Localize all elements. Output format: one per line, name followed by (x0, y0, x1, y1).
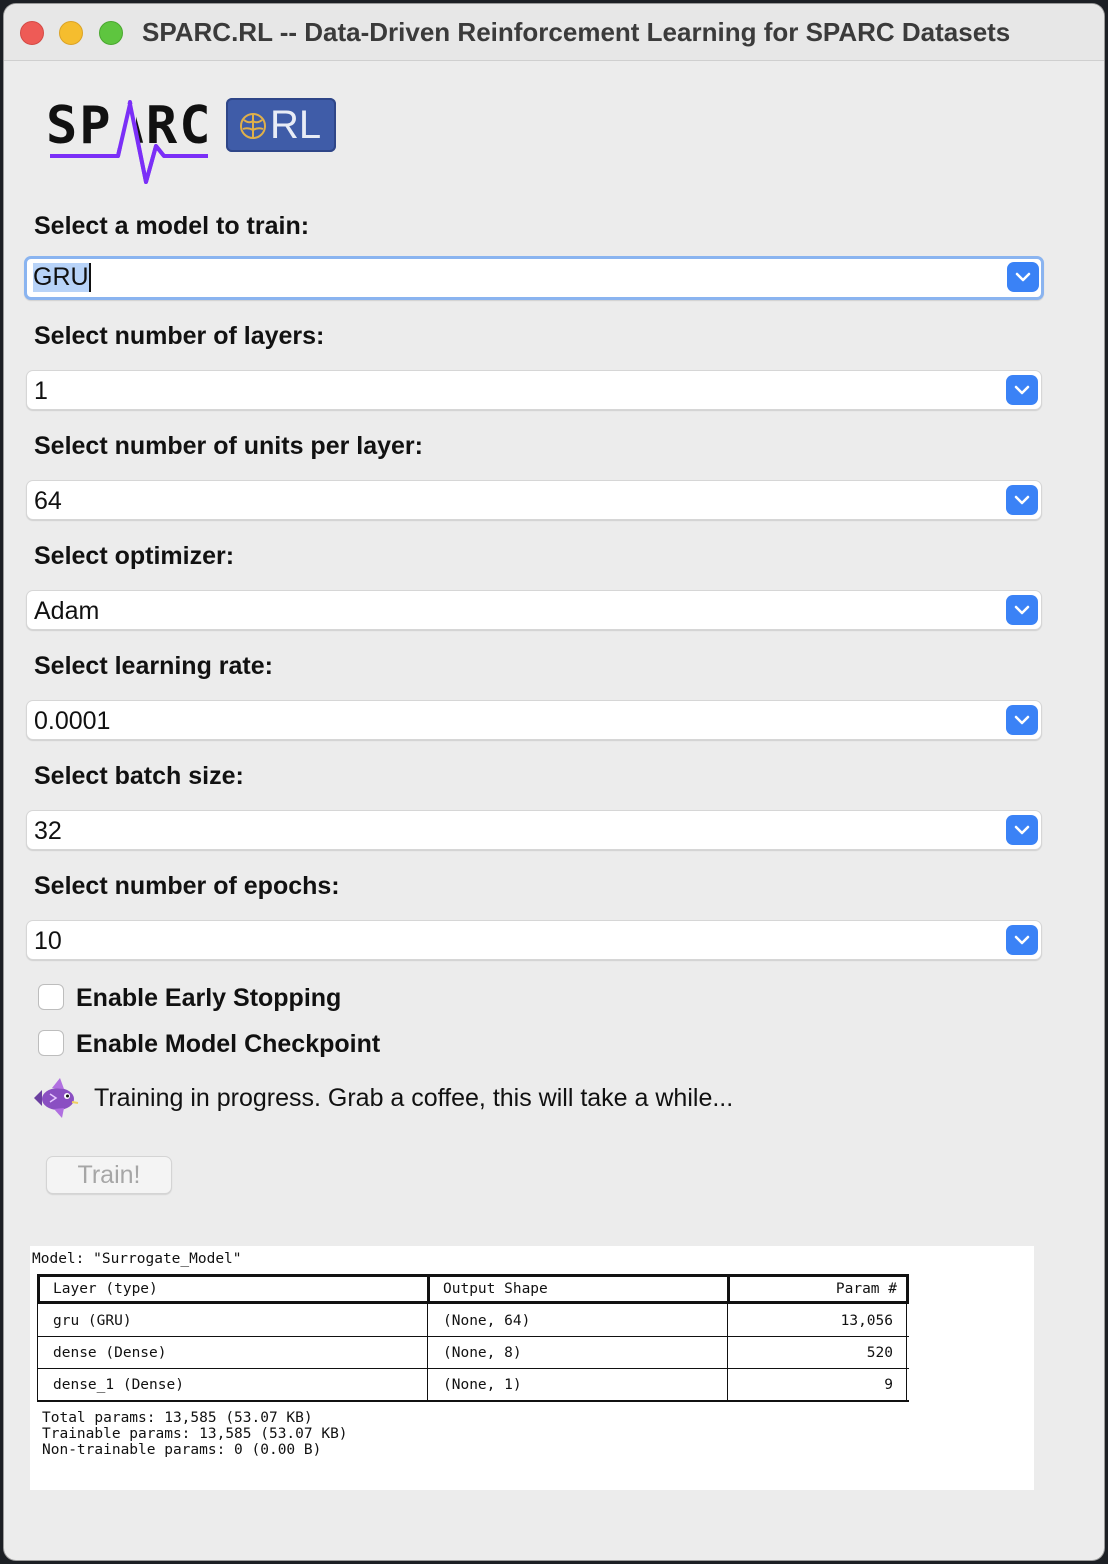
column-divider (727, 1274, 730, 1304)
minimize-window-button[interactable] (59, 21, 83, 45)
learning-rate-select[interactable]: 0.0001 (26, 700, 1042, 740)
early-stopping-checkbox[interactable] (38, 984, 64, 1010)
non-trainable-params-text: Non-trainable params: 0 (0.00 B) (42, 1442, 322, 1458)
table-row-layer: dense (Dense) (53, 1345, 167, 1361)
table-left-border (37, 1304, 38, 1400)
learning-rate-label: Select learning rate: (34, 652, 273, 680)
column-header-output-shape: Output Shape (443, 1281, 548, 1297)
column-header-layer: Layer (type) (53, 1281, 158, 1297)
table-row-params: 520 (866, 1345, 893, 1361)
table-bottom-border (37, 1400, 909, 1402)
epochs-select[interactable]: 10 (26, 920, 1042, 960)
chevron-down-icon[interactable] (1007, 262, 1039, 292)
fish-icon (34, 1078, 79, 1118)
table-row-params: 13,056 (840, 1313, 893, 1329)
learning-rate-select-value: 0.0001 (34, 707, 111, 735)
layers-select-value: 1 (34, 377, 48, 405)
training-status-text: Training in progress. Grab a coffee, thi… (94, 1084, 734, 1112)
units-select[interactable]: 64 (26, 480, 1042, 520)
table-row-shape: (None, 8) (443, 1345, 522, 1361)
logo-rl-text: RL (270, 103, 322, 147)
logo-heartbeat-icon (50, 100, 208, 184)
table-row-shape: (None, 64) (443, 1313, 531, 1329)
early-stopping-label[interactable]: Enable Early Stopping (76, 984, 341, 1013)
chevron-down-icon[interactable] (1006, 925, 1038, 955)
optimizer-label: Select optimizer: (34, 542, 235, 570)
model-label: Select a model to train: (34, 212, 310, 240)
batch-size-label: Select batch size: (34, 762, 244, 790)
window-title: SPARC.RL -- Data-Driven Reinforcement Le… (142, 17, 1011, 47)
units-select-value: 64 (34, 487, 62, 515)
logo-rl-badge: RL (226, 98, 336, 152)
chevron-down-icon[interactable] (1006, 375, 1038, 405)
trainable-params-text: Trainable params: 13,585 (53.07 KB) (42, 1426, 348, 1442)
layers-label: Select number of layers: (34, 322, 325, 350)
model-checkpoint-checkbox[interactable] (38, 1030, 64, 1056)
table-row-shape: (None, 1) (443, 1377, 522, 1393)
optimizer-select-value: Adam (34, 597, 100, 625)
chevron-down-icon[interactable] (1006, 485, 1038, 515)
train-button[interactable]: Train! (46, 1156, 172, 1194)
close-window-button[interactable] (20, 21, 44, 45)
model-select-value: GRU (33, 263, 91, 292)
maximize-window-button[interactable] (99, 21, 123, 45)
model-checkpoint-label[interactable]: Enable Model Checkpoint (76, 1030, 380, 1059)
row-divider (37, 1336, 909, 1337)
chevron-down-icon[interactable] (1006, 815, 1038, 845)
column-divider (727, 1304, 728, 1400)
column-header-params: Param # (835, 1281, 897, 1297)
table-row-layer: dense_1 (Dense) (53, 1377, 184, 1393)
table-row-layer: gru (GRU) (53, 1313, 132, 1329)
optimizer-select[interactable]: Adam (26, 590, 1042, 630)
batch-size-select[interactable]: 32 (26, 810, 1042, 850)
total-params-text: Total params: 13,585 (53.07 KB) (42, 1410, 313, 1426)
table-right-border (906, 1304, 907, 1400)
sparc-rl-logo: SPARC RL (46, 94, 346, 189)
layers-select[interactable]: 1 (26, 370, 1042, 410)
epochs-label: Select number of epochs: (34, 872, 340, 900)
row-divider (37, 1368, 909, 1369)
table-row-params: 9 (884, 1377, 893, 1393)
chevron-down-icon[interactable] (1006, 705, 1038, 735)
units-label: Select number of units per layer: (34, 432, 423, 460)
model-summary-title: Model: "Surrogate_Model" (32, 1251, 242, 1267)
column-divider (427, 1304, 428, 1400)
model-summary-panel: Model: "Surrogate_Model" Layer (type) Ou… (30, 1246, 1034, 1490)
chevron-down-icon[interactable] (1006, 595, 1038, 625)
column-divider (427, 1274, 430, 1304)
app-window: SPARC.RL -- Data-Driven Reinforcement Le… (4, 4, 1104, 1560)
title-bar: SPARC.RL -- Data-Driven Reinforcement Le… (4, 4, 1104, 61)
batch-size-select-value: 32 (34, 817, 62, 845)
model-select[interactable]: GRU (24, 256, 1044, 300)
epochs-select-value: 10 (34, 927, 62, 955)
brain-icon (240, 113, 266, 139)
